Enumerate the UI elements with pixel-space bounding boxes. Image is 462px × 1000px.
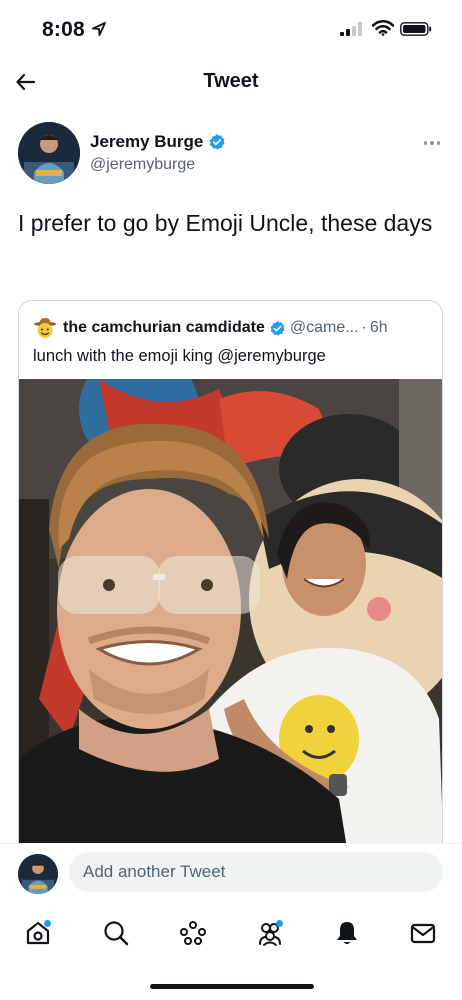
quoted-author-handle[interactable]: @came...: [290, 319, 359, 337]
add-tweet-input[interactable]: Add another Tweet: [69, 852, 443, 892]
verified-badge-icon: [270, 320, 285, 336]
status-time: 8:08: [42, 18, 85, 41]
bottom-tab-bar: [0, 905, 462, 960]
verified-badge-icon: [210, 134, 225, 150]
quoted-author-name[interactable]: the camchurian camdidate: [63, 319, 265, 337]
tab-communities[interactable]: [250, 913, 290, 953]
wifi-icon: [372, 20, 394, 36]
quoted-tweet-card[interactable]: the camchurian camdidate @came... · 6h l…: [18, 300, 443, 860]
cellular-signal-icon: [340, 22, 362, 36]
avatar-image: [18, 122, 80, 184]
cowboy-emoji-avatar-icon: [34, 317, 56, 338]
author-avatar[interactable]: [18, 122, 80, 184]
notification-dot: [276, 920, 283, 927]
page-title: Tweet: [203, 70, 259, 92]
battery-icon: [400, 22, 432, 36]
tweet-text: I prefer to go by Emoji Uncle, these day…: [18, 210, 433, 236]
more-dot: [423, 141, 428, 145]
author-name[interactable]: Jeremy Burge: [90, 132, 203, 152]
tab-spaces[interactable]: [173, 913, 213, 953]
quoted-tweet-header: the camchurian camdidate @came... · 6h: [33, 317, 432, 339]
status-bar: 8:08: [0, 0, 462, 56]
more-options-button[interactable]: [420, 136, 444, 150]
quoted-tweet-photo[interactable]: [19, 379, 442, 859]
more-dot: [436, 141, 441, 145]
current-user-avatar[interactable]: [18, 854, 58, 894]
home-indicator[interactable]: [150, 984, 314, 989]
reply-bar: Add another Tweet: [0, 843, 462, 901]
avatar-image: [18, 854, 58, 894]
search-icon: [104, 921, 129, 946]
tab-home[interactable]: [18, 913, 58, 953]
tab-messages[interactable]: [403, 913, 443, 953]
quoted-tweet-text: lunch with the emoji king @jeremyburge: [33, 347, 326, 365]
tab-notifications[interactable]: [327, 913, 367, 953]
notifications-bell-icon: [337, 922, 357, 944]
more-dot: [430, 141, 434, 145]
notification-dot: [44, 920, 51, 927]
tweet-author: Jeremy Burge @jeremyburge: [18, 122, 444, 186]
spaces-icon: [180, 921, 206, 945]
author-handle[interactable]: @jeremyburge: [90, 156, 195, 174]
location-arrow-icon: [92, 22, 106, 36]
selfie-photo-image: [19, 379, 442, 859]
nav-header: Tweet: [0, 58, 462, 106]
dot-separator: ·: [361, 319, 367, 336]
quoted-timestamp: 6h: [369, 319, 388, 336]
author-name-line: Jeremy Burge: [90, 132, 226, 152]
tab-search[interactable]: [96, 913, 136, 953]
messages-envelope-icon: [410, 923, 436, 944]
